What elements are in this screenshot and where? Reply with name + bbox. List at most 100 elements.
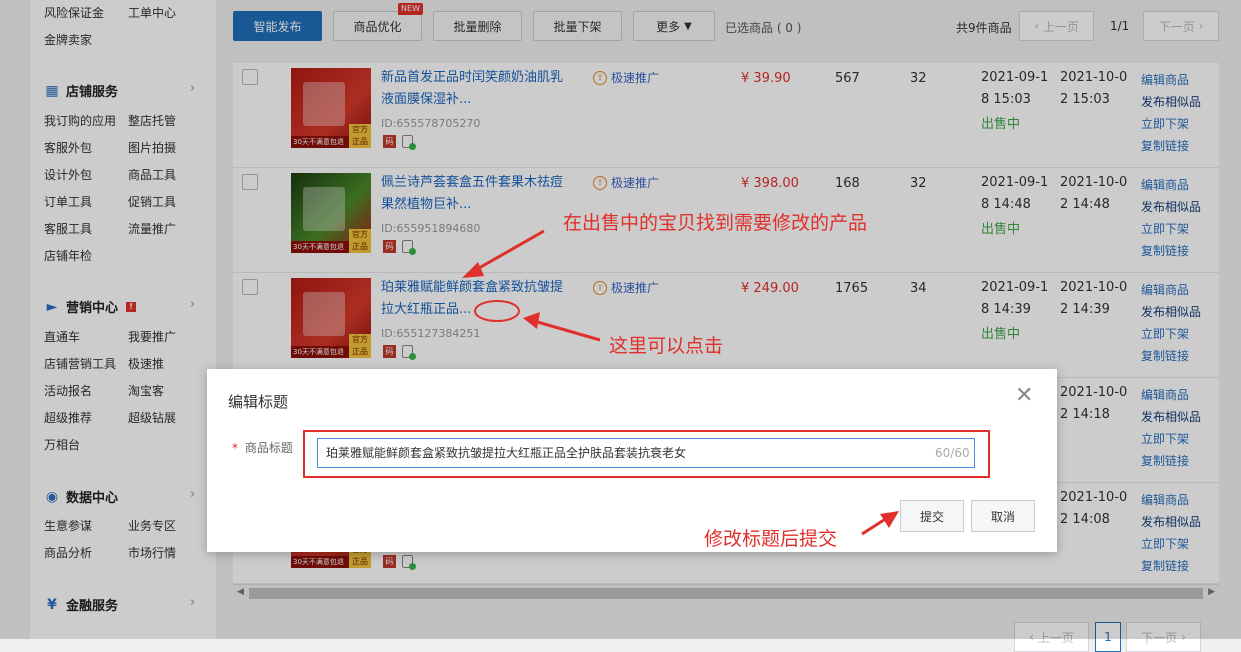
bottom-next-page-button[interactable]: 下一页 ›: [1126, 622, 1201, 652]
product-thumbnail[interactable]: 30天不满意包退 官方正品: [291, 173, 371, 253]
sidebar-section-marketing[interactable]: ► 营销中心 !: [44, 297, 137, 316]
sidebar-item[interactable]: 客服工具: [44, 220, 92, 237]
sidebar-item[interactable]: 店铺营销工具: [44, 355, 116, 372]
status-badge: 出售中: [981, 327, 1021, 342]
sidebar-item[interactable]: 设计外包: [44, 166, 92, 183]
publish-similar-link[interactable]: 发布相似品: [1141, 91, 1201, 113]
annotation-find-product: 在出售中的宝贝找到需要修改的产品: [563, 212, 868, 234]
sidebar-item[interactable]: 超级推荐: [44, 409, 92, 426]
modified-time: 2021-10-02 14:08: [1060, 490, 1128, 527]
annotation-click-here: 这里可以点击: [609, 335, 724, 357]
publish-similar-link[interactable]: 发布相似品: [1141, 406, 1201, 428]
product-title-link[interactable]: 新品首发正品时闰笑颜奶油肌乳液面膜保湿补...: [381, 67, 573, 111]
row-checkbox[interactable]: [242, 174, 258, 190]
sidebar-item[interactable]: 淘宝客: [128, 382, 164, 399]
edit-product-link[interactable]: 编辑商品: [1141, 384, 1201, 406]
sidebar-item[interactable]: 店铺年检: [44, 247, 92, 264]
created-time: 2021-09-18 14:48: [981, 175, 1049, 212]
chevron-right-icon[interactable]: ›: [190, 81, 195, 96]
sidebar-item[interactable]: 活动报名: [44, 382, 92, 399]
cancel-button[interactable]: 取消: [971, 500, 1035, 532]
sidebar-item[interactable]: 促销工具: [128, 193, 176, 210]
delist-now-link[interactable]: 立即下架: [1141, 218, 1201, 240]
row-checkbox[interactable]: [242, 279, 258, 295]
sidebar-item[interactable]: 商品分析: [44, 544, 92, 561]
sidebar-item[interactable]: 商品工具: [128, 166, 176, 183]
product-title-link[interactable]: 佩兰诗芦荟套盒五件套果木祛痘果然植物巨补...: [381, 172, 573, 216]
chevron-right-icon[interactable]: ›: [190, 297, 195, 312]
modified-time: 2021-10-02 14:18: [1060, 385, 1128, 422]
sidebar-section-data[interactable]: ◉ 数据中心: [44, 487, 118, 507]
code-icon: 码: [383, 135, 396, 148]
sidebar-item[interactable]: 整店托管: [128, 112, 176, 129]
sidebar-section-finance[interactable]: ¥ 金融服务: [44, 595, 118, 615]
table-row: 30天不满意包退 官方正品 码 珀莱雅赋能鲜颜套盒紧致抗皱提拉大红瓶正品... …: [233, 273, 1219, 378]
close-icon[interactable]: ✕: [1015, 385, 1033, 407]
publish-similar-link[interactable]: 发布相似品: [1141, 301, 1201, 323]
chevron-right-icon: ›: [1181, 630, 1186, 644]
sales-count: 168: [835, 176, 860, 191]
chevron-right-icon[interactable]: ›: [190, 487, 195, 502]
copy-link-link[interactable]: 复制链接: [1141, 450, 1201, 472]
edit-product-link[interactable]: 编辑商品: [1141, 279, 1201, 301]
smart-publish-button[interactable]: 智能发布: [233, 11, 322, 41]
publish-similar-link[interactable]: 发布相似品: [1141, 196, 1201, 218]
chevron-right-icon[interactable]: ›: [190, 595, 195, 610]
sidebar-item[interactable]: 图片拍摄: [128, 139, 176, 156]
bottom-prev-page-button[interactable]: ‹ 上一页: [1014, 622, 1089, 652]
batch-delist-button[interactable]: 批量下架: [533, 11, 622, 41]
delist-now-link[interactable]: 立即下架: [1141, 533, 1201, 555]
sidebar-item[interactable]: 超级钻展: [128, 409, 176, 426]
sidebar-item[interactable]: 订单工具: [44, 193, 92, 210]
sidebar-item[interactable]: 直通车: [44, 328, 80, 345]
sidebar-item[interactable]: 风险保证金: [44, 4, 104, 21]
scrollbar-thumb[interactable]: [249, 588, 1203, 599]
sidebar-item[interactable]: 金牌卖家: [44, 31, 92, 48]
scroll-right-icon[interactable]: ▶: [1208, 587, 1215, 597]
copy-link-link[interactable]: 复制链接: [1141, 240, 1201, 262]
row-actions: 编辑商品 发布相似品 立即下架 复制链接: [1141, 489, 1201, 577]
edit-product-link[interactable]: 编辑商品: [1141, 69, 1201, 91]
bottom-page-number[interactable]: 1: [1095, 622, 1121, 652]
promo-link[interactable]: ⇧ 极速推广: [593, 279, 659, 296]
promo-label: 极速推广: [611, 176, 660, 190]
copy-link-link[interactable]: 复制链接: [1141, 555, 1201, 577]
sidebar-item[interactable]: 万相台: [44, 436, 80, 453]
edit-product-link[interactable]: 编辑商品: [1141, 489, 1201, 511]
delist-now-link[interactable]: 立即下架: [1141, 113, 1201, 135]
product-title-link[interactable]: 珀莱雅赋能鲜颜套盒紧致抗皱提拉大红瓶正品...: [381, 277, 573, 321]
sidebar: 风险保证金 工单中心 金牌卖家 ▦ 店铺服务 › 我订购的应用 整店托管 客服外…: [30, 0, 216, 639]
product-id: ID:655951894680: [381, 222, 481, 235]
copy-link-link[interactable]: 复制链接: [1141, 135, 1201, 157]
sidebar-item[interactable]: 工单中心: [128, 4, 176, 21]
product-thumbnail[interactable]: 30天不满意包退 官方正品: [291, 278, 371, 358]
product-thumbnail[interactable]: 30天不满意包退 官方正品: [291, 68, 371, 148]
sidebar-item[interactable]: 我要推广: [128, 328, 176, 345]
delist-now-link[interactable]: 立即下架: [1141, 323, 1201, 345]
prev-page-button[interactable]: ‹ 上一页: [1019, 11, 1094, 41]
sidebar-section-store-services[interactable]: ▦ 店铺服务: [44, 81, 118, 101]
sidebar-item[interactable]: 生意参谋: [44, 517, 92, 534]
sidebar-item[interactable]: 极速推: [128, 355, 164, 372]
chevron-left-icon: ‹: [1029, 630, 1034, 644]
next-page-button[interactable]: 下一页 ›: [1143, 11, 1219, 41]
promo-link[interactable]: ⇧ 极速推广: [593, 69, 659, 86]
edit-product-link[interactable]: 编辑商品: [1141, 174, 1201, 196]
row-checkbox[interactable]: [242, 69, 258, 85]
sidebar-item[interactable]: 流量推广: [128, 220, 176, 237]
sidebar-item[interactable]: 客服外包: [44, 139, 92, 156]
sidebar-item[interactable]: 业务专区: [128, 517, 176, 534]
delist-now-link[interactable]: 立即下架: [1141, 428, 1201, 450]
scroll-left-icon[interactable]: ◀: [237, 587, 244, 597]
sidebar-item[interactable]: 我订购的应用: [44, 112, 116, 129]
batch-delete-button[interactable]: 批量删除: [433, 11, 522, 41]
product-optimize-button[interactable]: 商品优化 NEW: [333, 3, 423, 41]
horizontal-scrollbar[interactable]: ◀ ▶: [233, 584, 1219, 602]
copy-link-link[interactable]: 复制链接: [1141, 345, 1201, 367]
modified-time: 2021-10-02 15:03: [1060, 70, 1128, 107]
button-label: 上一页: [1042, 19, 1079, 34]
sidebar-item[interactable]: 市场行情: [128, 544, 176, 561]
promo-link[interactable]: ⇧ 极速推广: [593, 174, 659, 191]
more-dropdown-button[interactable]: 更多 ▼: [633, 11, 715, 41]
publish-similar-link[interactable]: 发布相似品: [1141, 511, 1201, 533]
